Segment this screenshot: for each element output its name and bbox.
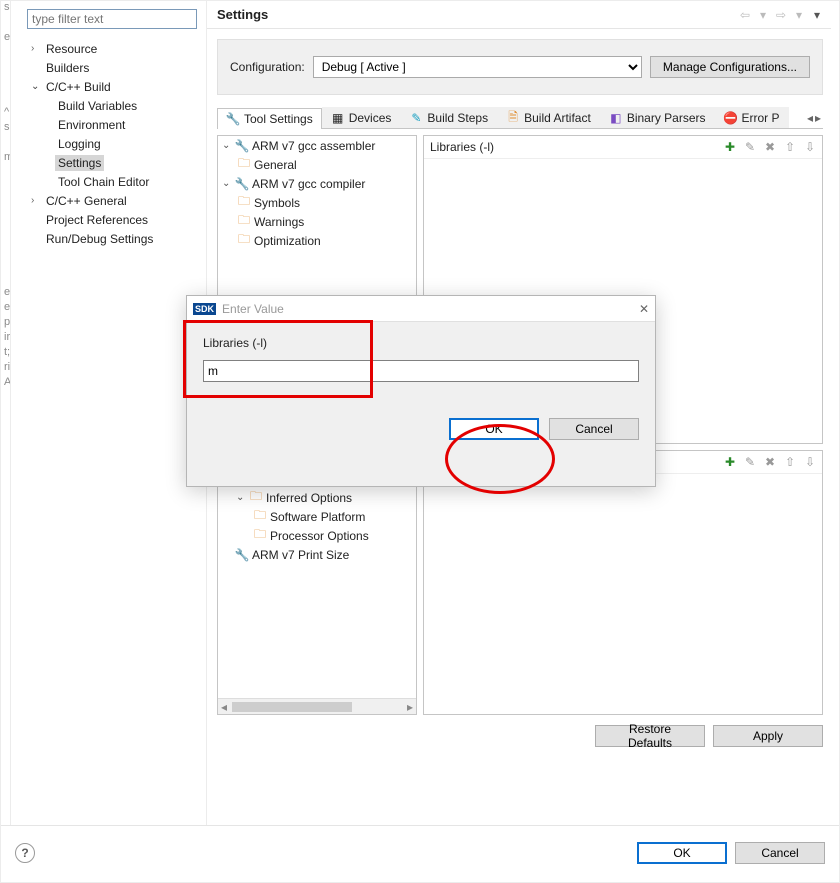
tree-general[interactable]: ›C/C++ General (29, 191, 206, 210)
tree-refs[interactable]: Project References (29, 210, 206, 229)
tool-icon: 🔧 (234, 176, 250, 192)
tn-print-size[interactable]: ⌄🔧ARM v7 Print Size (218, 545, 416, 564)
edit-icon[interactable]: ✎ (742, 139, 758, 155)
dialog-title: Enter Value (222, 302, 284, 316)
dialog-ok-button[interactable]: OK (449, 418, 539, 440)
tab-error-parsers[interactable]: ⛔Error P (715, 107, 789, 128)
tab-build-steps[interactable]: ✎Build Steps (400, 107, 497, 128)
delete-icon[interactable]: ✖ (762, 454, 778, 470)
page-title: Settings (217, 7, 737, 22)
ok-button[interactable]: OK (637, 842, 727, 864)
cancel-button[interactable]: Cancel (735, 842, 825, 864)
down-icon[interactable]: ⇩ (802, 454, 818, 470)
config-select[interactable]: Debug [ Active ] (313, 56, 642, 78)
nav-back-menu-icon[interactable]: ▾ (755, 8, 771, 22)
tab-build-artifact[interactable]: 🗎Build Artifact (497, 107, 600, 128)
folder-icon: 🗀 (248, 490, 264, 506)
filter-input[interactable] (27, 9, 197, 29)
tn-optimization[interactable]: 🗀Optimization (218, 231, 416, 250)
tab-tool-settings[interactable]: 🔧Tool Settings (217, 108, 322, 129)
sdk-icon: SDK (193, 303, 216, 315)
tree-toolchain[interactable]: Tool Chain Editor (29, 172, 206, 191)
nav-icons: ⇦ ▾ ⇨ ▾ ▾ (737, 8, 825, 22)
up-icon[interactable]: ⇧ (782, 139, 798, 155)
tree-settings[interactable]: Settings (29, 153, 206, 172)
close-icon[interactable]: ✕ (639, 302, 649, 316)
binary-icon: ◧ (609, 111, 623, 125)
tab-left-icon[interactable]: ◂ (807, 111, 813, 125)
libpath-list[interactable] (424, 473, 822, 714)
down-icon[interactable]: ⇩ (802, 139, 818, 155)
tree-build-vars[interactable]: Build Variables (29, 96, 206, 115)
chip-icon: ▦ (331, 111, 345, 125)
tool-icon: 🔧 (234, 138, 250, 154)
help-icon[interactable]: ? (15, 843, 35, 863)
tree-logging[interactable]: Logging (29, 134, 206, 153)
tree-rundebug[interactable]: Run/Debug Settings (29, 229, 206, 248)
wrench-icon: 🔧 (226, 112, 240, 126)
folder-icon: 🗀 (236, 195, 252, 211)
dialog-cancel-button[interactable]: Cancel (549, 418, 639, 440)
add-icon[interactable]: ✚ (722, 139, 738, 155)
add-icon[interactable]: ✚ (722, 454, 738, 470)
tree-build[interactable]: ⌄C/C++ Build (29, 77, 206, 96)
tool-tree-scrollbar[interactable]: ◂▸ (218, 698, 416, 714)
dialog-input[interactable] (203, 360, 639, 382)
error-icon: ⛔ (724, 111, 738, 125)
tree-builders[interactable]: Builders (29, 58, 206, 77)
tn-symbols[interactable]: 🗀Symbols (218, 193, 416, 212)
tn-warnings[interactable]: 🗀Warnings (218, 212, 416, 231)
folder-icon: 🗀 (236, 233, 252, 249)
edit-icon[interactable]: ✎ (742, 454, 758, 470)
tn-compiler[interactable]: ⌄🔧ARM v7 gcc compiler (218, 174, 416, 193)
nav-menu-icon[interactable]: ▾ (809, 8, 825, 22)
tab-bar: 🔧Tool Settings ▦Devices ✎Build Steps 🗎Bu… (217, 107, 823, 129)
steps-icon: ✎ (409, 111, 423, 125)
enter-value-dialog: SDK Enter Value ✕ Libraries (-l) OK Canc… (186, 295, 656, 487)
nav-fwd-menu-icon[interactable]: ▾ (791, 8, 807, 22)
libpath-panel: ✚ ✎ ✖ ⇧ ⇩ (423, 450, 823, 715)
folder-icon: 🗀 (236, 157, 252, 173)
restore-defaults-button[interactable]: Restore Defaults (595, 725, 705, 747)
tab-right-icon[interactable]: ▸ (815, 111, 821, 125)
dialog-label: Libraries (-l) (203, 336, 639, 350)
manage-configs-button[interactable]: Manage Configurations... (650, 56, 810, 78)
tab-devices[interactable]: ▦Devices (322, 107, 401, 128)
folder-icon: 🗀 (252, 528, 268, 544)
tn-inferred[interactable]: ⌄🗀Inferred Options (218, 488, 416, 507)
apply-button[interactable]: Apply (713, 725, 823, 747)
nav-back-icon[interactable]: ⇦ (737, 8, 753, 22)
tree-resource[interactable]: ›Resource (29, 39, 206, 58)
tn-proc-opts[interactable]: 🗀Processor Options (218, 526, 416, 545)
tn-asm-general[interactable]: 🗀General (218, 155, 416, 174)
tab-binary-parsers[interactable]: ◧Binary Parsers (600, 107, 715, 128)
config-label: Configuration: (230, 60, 305, 74)
libraries-title: Libraries (-l) (430, 140, 722, 154)
folder-icon: 🗀 (236, 214, 252, 230)
nav-fwd-icon[interactable]: ⇨ (773, 8, 789, 22)
artifact-icon: 🗎 (506, 111, 520, 125)
tn-sw-platform[interactable]: 🗀Software Platform (218, 507, 416, 526)
tool-icon: 🔧 (234, 547, 250, 563)
category-tree: ›Resource Builders ⌄C/C++ Build Build Va… (15, 33, 206, 248)
folder-icon: 🗀 (252, 509, 268, 525)
tn-assembler[interactable]: ⌄🔧ARM v7 gcc assembler (218, 136, 416, 155)
delete-icon[interactable]: ✖ (762, 139, 778, 155)
up-icon[interactable]: ⇧ (782, 454, 798, 470)
tree-environment[interactable]: Environment (29, 115, 206, 134)
